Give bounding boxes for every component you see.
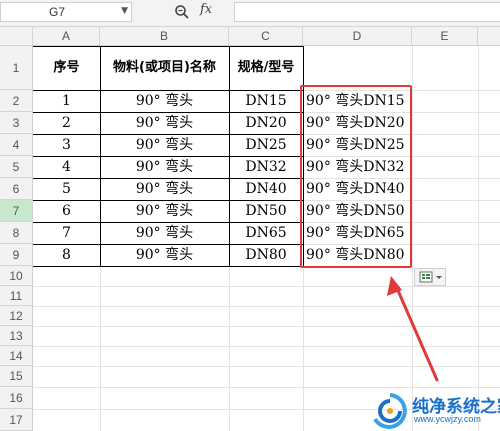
watermark-logo-icon	[373, 393, 407, 429]
arrow-annotation-icon	[387, 276, 439, 382]
watermark: 纯净系统之家 www.ycwjzy.com	[370, 390, 500, 431]
watermark-url: www.ycwjzy.com	[414, 414, 481, 424]
